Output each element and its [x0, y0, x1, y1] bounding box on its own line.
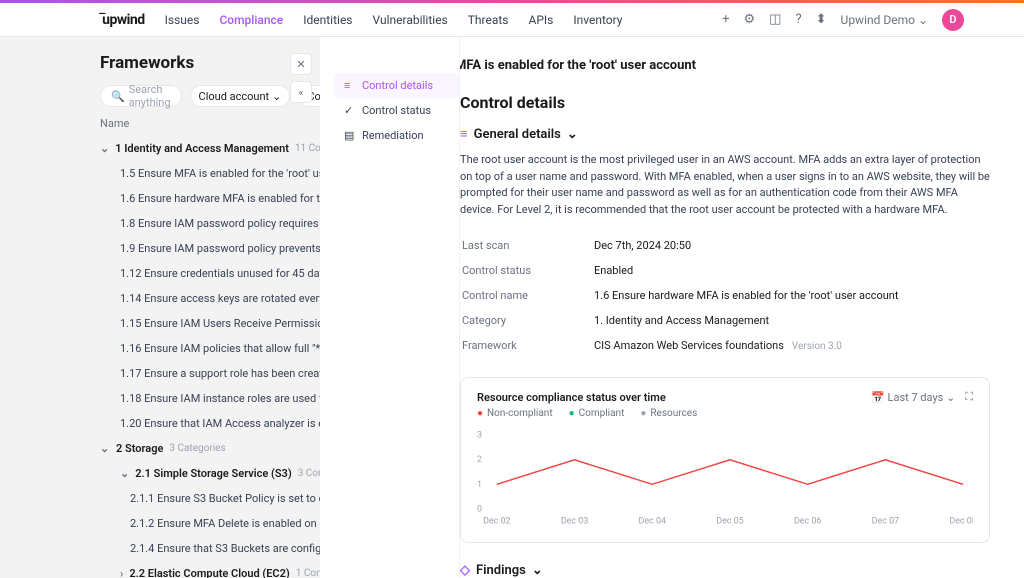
svg-text:Dec 03: Dec 03: [561, 517, 588, 527]
chevron-down-icon: ⌄: [567, 127, 578, 142]
tree-subsection[interactable]: ›2.2 Elastic Compute Cloud (EC2) 1 Contr…: [100, 561, 320, 578]
svg-text:2: 2: [477, 455, 482, 465]
svg-text:Dec 06: Dec 06: [794, 517, 821, 527]
svg-text:Dec 02: Dec 02: [483, 517, 510, 527]
nav-apis[interactable]: APIs: [529, 13, 554, 27]
chart-svg: 3 2 1 0 Dec 02 Dec 03 Dec 04 Dec 05 Dec 06 De…: [477, 427, 973, 527]
tree-item[interactable]: 1.15 Ensure IAM Users Receive Permission…: [100, 311, 320, 336]
compliance-chart: Resource compliance status over time 📅 L…: [460, 377, 990, 543]
control-details-table: Last scanDec 7th, 2024 20:50 Control sta…: [460, 232, 990, 359]
collapse-icon[interactable]: «: [290, 81, 312, 103]
sidenav-remediation[interactable]: ▤Remediation: [334, 123, 459, 148]
tree-item[interactable]: 1.12 Ensure credentials unused for 45 da…: [100, 261, 320, 286]
tree-item[interactable]: 2.1.4 Ensure that S3 Buckets are configu…: [100, 536, 320, 561]
tree-item[interactable]: 1.9 Ensure IAM password policy prevents …: [100, 236, 320, 261]
logo: upwind: [100, 11, 145, 28]
avatar[interactable]: D: [942, 9, 964, 31]
expand-icon[interactable]: ⛶: [965, 390, 973, 404]
add-icon[interactable]: +: [722, 12, 729, 27]
team-selector[interactable]: Upwind Demo ⌄: [841, 13, 928, 27]
svg-text:Dec 05: Dec 05: [716, 517, 743, 527]
tree-item[interactable]: 1.6 Ensure hardware MFA is enabled for t…: [100, 186, 320, 211]
tree-item[interactable]: 1.17 Ensure a support role has been crea…: [100, 361, 320, 386]
settings-icon[interactable]: ⚙: [744, 12, 756, 27]
tree-item[interactable]: 1.5 Ensure MFA is enabled for the 'root'…: [100, 161, 320, 186]
tree-subsection[interactable]: ⌄2.1 Simple Storage Service (S3) 3 Contr…: [100, 461, 320, 486]
nav-identities[interactable]: Identities: [303, 13, 352, 27]
tree-item[interactable]: 2.1.2 Ensure MFA Delete is enabled on S3…: [100, 511, 320, 536]
tree-section[interactable]: ⌄2 Storage 3 Categories: [100, 436, 320, 461]
sidenav-control-details[interactable]: ≡Control details: [334, 73, 459, 98]
svg-text:Dec 08: Dec 08: [949, 517, 973, 527]
nav-compliance[interactable]: Compliance: [219, 13, 283, 27]
control-sidenav-panel: ≡Control details✓Control status▤Remediat…: [320, 37, 460, 578]
tree-item[interactable]: 2.1.1 Ensure S3 Bucket Policy is set to …: [100, 486, 320, 511]
chart-title: Resource compliance status over time: [477, 391, 666, 404]
tree-section[interactable]: ⌄1 Identity and Access Management 11 Con…: [100, 136, 320, 161]
nav-vulnerabilities[interactable]: Vulnerabilities: [373, 13, 448, 27]
app-header: upwind Issues Compliance Identities Vulnera…: [0, 3, 1024, 37]
svg-text:1: 1: [477, 480, 482, 490]
chart-legend: Non-compliant Compliant Resources: [477, 408, 973, 419]
nav-issues[interactable]: Issues: [165, 13, 200, 27]
org-icon[interactable]: ⬍: [816, 12, 827, 27]
sidenav-control-status[interactable]: ✓Control status: [334, 98, 459, 123]
timerange-selector[interactable]: 📅 Last 7 days ⌄: [871, 391, 955, 404]
frameworks-search[interactable]: 🔍 Search anything: [100, 85, 182, 107]
findings-icon: ◇: [460, 563, 470, 578]
nav-inventory[interactable]: Inventory: [573, 13, 622, 27]
list-icon: ≡: [460, 126, 468, 142]
control-details-heading: Control details: [460, 93, 990, 112]
svg-text:Dec 04: Dec 04: [639, 517, 666, 527]
control-detail-panel: ! Ensure hardware MFA is enabled for the…: [460, 37, 1024, 578]
tree-item[interactable]: 1.14 Ensure access keys are rotated ever…: [100, 286, 320, 311]
panel-icon[interactable]: ◫: [769, 12, 781, 27]
close-icon[interactable]: ✕: [290, 53, 312, 75]
svg-text:Dec 07: Dec 07: [872, 517, 899, 527]
frameworks-panel: ✕ « Frameworks 🔍 Search anything Cloud a…: [0, 37, 320, 578]
nav-threats[interactable]: Threats: [468, 13, 509, 27]
svg-text:0: 0: [477, 505, 482, 515]
name-column-header: Name: [100, 117, 320, 130]
control-title: Ensure hardware MFA is enabled for the '…: [460, 58, 696, 73]
control-description: The root user account is the most privil…: [460, 152, 990, 218]
main-nav: Issues Compliance Identities Vulnerabilitie…: [165, 13, 623, 27]
frameworks-title: Frameworks: [100, 53, 320, 73]
scope-dropdown[interactable]: Cloud account ⌄: [190, 85, 291, 107]
tree-item[interactable]: 1.18 Ensure IAM instance roles are used …: [100, 386, 320, 411]
tree-item[interactable]: 1.8 Ensure IAM password policy requires …: [100, 211, 320, 236]
chevron-down-icon: ⌄: [532, 563, 543, 578]
help-icon[interactable]: ?: [795, 12, 801, 27]
tree-item[interactable]: 1.16 Ensure IAM policies that allow full…: [100, 336, 320, 361]
general-details-section[interactable]: ≡ General details ⌄: [460, 126, 990, 142]
svg-text:3: 3: [477, 430, 482, 440]
findings-section[interactable]: ◇ Findings ⌄: [460, 563, 990, 578]
tree-item[interactable]: 1.20 Ensure that IAM Access analyzer is …: [100, 411, 320, 436]
